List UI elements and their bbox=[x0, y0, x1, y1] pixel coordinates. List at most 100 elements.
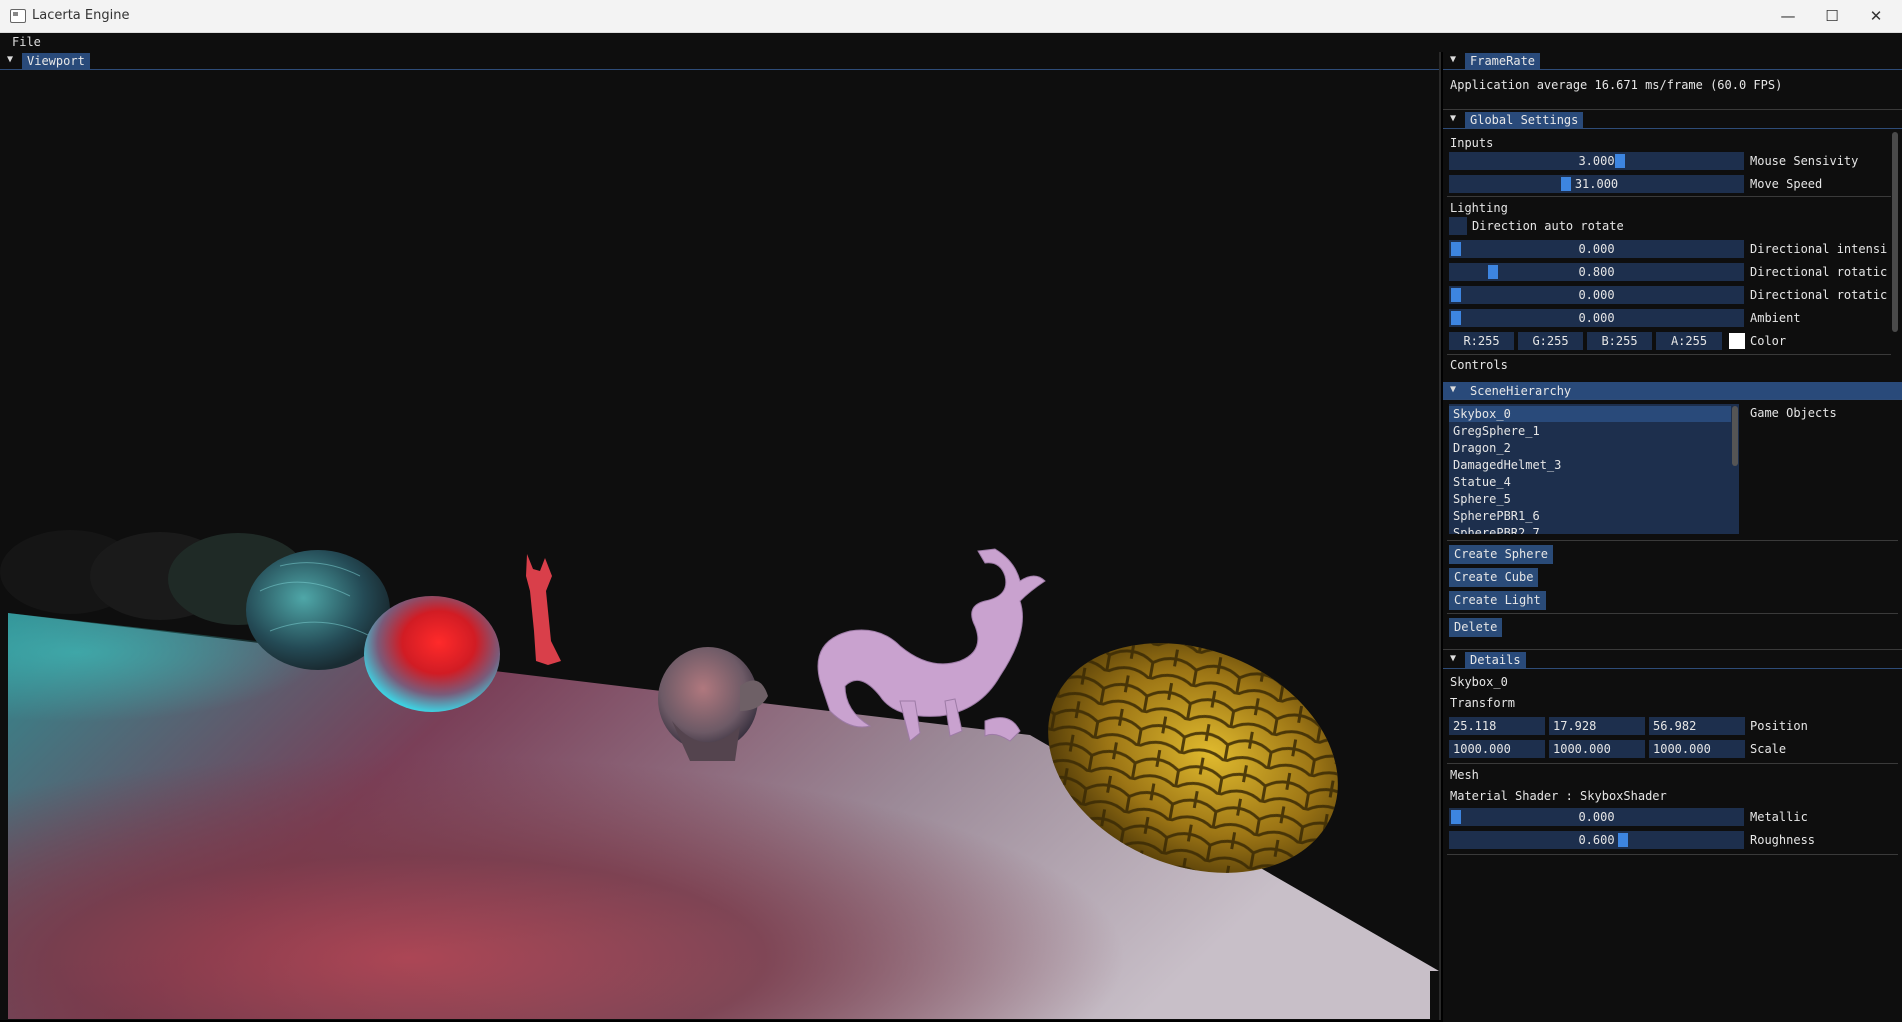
framerate-panel: ▼ FrameRate Application average 16.671 m… bbox=[1443, 52, 1902, 110]
position-z-field[interactable]: 56.982 bbox=[1649, 717, 1745, 735]
framerate-text: Application average 16.671 ms/frame (60.… bbox=[1450, 78, 1783, 92]
mouse-sensitivity-slider[interactable]: 3.000 bbox=[1449, 152, 1744, 170]
app-window-icon bbox=[10, 9, 26, 23]
separator bbox=[1447, 540, 1898, 541]
directional-rotation-1-slider[interactable]: 0.800 bbox=[1449, 263, 1744, 281]
slider-value: 3.000 bbox=[1578, 154, 1615, 168]
close-button[interactable]: ✕ bbox=[1848, 0, 1902, 33]
slider-value: 0.000 bbox=[1578, 311, 1615, 325]
move-speed-label: Move Speed bbox=[1750, 177, 1823, 191]
move-speed-slider[interactable]: 31.000 bbox=[1449, 175, 1744, 193]
details-tab[interactable]: Details bbox=[1465, 652, 1526, 668]
list-item[interactable]: SpherePBR1_6 bbox=[1449, 508, 1731, 524]
metallic-label: Metallic bbox=[1750, 810, 1808, 824]
delete-button[interactable]: Delete bbox=[1449, 618, 1503, 637]
mouse-sensitivity-label: Mouse Sensivity bbox=[1750, 154, 1859, 168]
close-icon: ✕ bbox=[1869, 7, 1883, 25]
details-object-name: Skybox_0 bbox=[1450, 675, 1508, 689]
list-item[interactable]: Dragon_2 bbox=[1449, 440, 1731, 456]
directional-intensity-slider[interactable]: 0.000 bbox=[1449, 240, 1744, 258]
color-label: Color bbox=[1750, 334, 1787, 348]
position-label: Position bbox=[1750, 719, 1808, 733]
scene-hierarchy-panel: ▼ SceneHierarchy Skybox_0 GregSphere_1 D… bbox=[1443, 382, 1902, 650]
scale-z-field[interactable]: 1000.000 bbox=[1649, 740, 1745, 758]
color-swatch[interactable] bbox=[1729, 333, 1745, 349]
list-item[interactable]: Skybox_0 bbox=[1449, 406, 1731, 422]
roughness-slider[interactable]: 0.600 bbox=[1449, 831, 1744, 849]
create-sphere-button[interactable]: Create Sphere bbox=[1449, 545, 1553, 564]
slider-value: 0.000 bbox=[1578, 242, 1615, 256]
viewport-header[interactable]: ▼ Viewport bbox=[0, 52, 1439, 70]
controls-header: Controls bbox=[1450, 358, 1508, 372]
metallic-slider[interactable]: 0.000 bbox=[1449, 808, 1744, 826]
list-item[interactable]: Statue_4 bbox=[1449, 474, 1731, 490]
framerate-tab[interactable]: FrameRate bbox=[1465, 53, 1541, 69]
viewport-window: ▼ Viewport bbox=[0, 52, 1441, 1020]
ambient-label: Ambient bbox=[1750, 311, 1801, 325]
roughness-label: Roughness bbox=[1750, 833, 1816, 847]
separator bbox=[1447, 196, 1898, 197]
game-objects-label: Game Objects bbox=[1750, 406, 1837, 420]
menu-file[interactable]: File bbox=[12, 35, 41, 49]
window-titlebar[interactable]: Lacerta Engine — ☐ ✕ bbox=[0, 0, 1902, 33]
panel-divider bbox=[1443, 649, 1902, 650]
details-panel: ▼ Details Skybox_0 Transform 25.118 17.9… bbox=[1443, 651, 1902, 911]
scrollbar-thumb[interactable] bbox=[1732, 406, 1738, 466]
collapse-arrow-icon[interactable]: ▼ bbox=[1450, 653, 1456, 664]
directional-rotation-1-label: Directional rotatic bbox=[1750, 265, 1888, 279]
menu-bar: File bbox=[0, 33, 1902, 52]
viewport-render[interactable] bbox=[0, 71, 1439, 1019]
separator bbox=[1447, 763, 1898, 764]
create-cube-button[interactable]: Create Cube bbox=[1449, 568, 1539, 587]
mesh-header: Mesh bbox=[1450, 768, 1479, 782]
material-shader-text: Material Shader : SkyboxShader bbox=[1450, 789, 1667, 803]
separator bbox=[1447, 613, 1898, 614]
transform-header: Transform bbox=[1450, 696, 1516, 710]
list-item[interactable]: Sphere_5 bbox=[1449, 491, 1731, 507]
color-b-field[interactable]: B:255 bbox=[1587, 332, 1652, 350]
global-settings-tab[interactable]: Global Settings bbox=[1465, 112, 1584, 128]
minimize-icon: — bbox=[1780, 7, 1796, 25]
red-sphere bbox=[364, 596, 500, 712]
position-y-field[interactable]: 17.928 bbox=[1549, 717, 1645, 735]
color-a-field[interactable]: A:255 bbox=[1656, 332, 1722, 350]
global-settings-header[interactable]: ▼ Global Settings bbox=[1443, 111, 1902, 129]
direction-auto-rotate-label: Direction auto rotate bbox=[1472, 219, 1624, 233]
create-light-button[interactable]: Create Light bbox=[1449, 591, 1546, 610]
scale-x-field[interactable]: 1000.000 bbox=[1449, 740, 1545, 758]
viewport-tab[interactable]: Viewport bbox=[22, 53, 90, 69]
slider-value: 31.000 bbox=[1574, 177, 1619, 191]
directional-rotation-2-slider[interactable]: 0.000 bbox=[1449, 286, 1744, 304]
list-item[interactable]: DamagedHelmet_3 bbox=[1449, 457, 1731, 473]
maximize-icon: ☐ bbox=[1825, 7, 1839, 25]
scale-y-field[interactable]: 1000.000 bbox=[1549, 740, 1645, 758]
scene-hierarchy-header[interactable]: ▼ SceneHierarchy bbox=[1443, 382, 1902, 400]
direction-auto-rotate-checkbox[interactable] bbox=[1449, 217, 1467, 235]
slider-value: 0.600 bbox=[1578, 833, 1615, 847]
collapse-arrow-icon[interactable]: ▼ bbox=[1450, 384, 1456, 395]
inputs-header: Inputs bbox=[1450, 136, 1494, 150]
ambient-slider[interactable]: 0.000 bbox=[1449, 309, 1744, 327]
directional-intensity-label: Directional intensi bbox=[1750, 242, 1888, 256]
collapse-arrow-icon[interactable]: ▼ bbox=[1450, 113, 1456, 124]
details-header[interactable]: ▼ Details bbox=[1443, 651, 1902, 669]
list-item[interactable]: GregSphere_1 bbox=[1449, 423, 1731, 439]
collapse-arrow-icon[interactable]: ▼ bbox=[7, 54, 13, 65]
collapse-arrow-icon[interactable]: ▼ bbox=[1450, 54, 1456, 65]
framerate-header[interactable]: ▼ FrameRate bbox=[1443, 52, 1902, 70]
color-r-field[interactable]: R:255 bbox=[1449, 332, 1514, 350]
list-item[interactable]: SpherePBR2_7 bbox=[1449, 525, 1731, 534]
scene-hierarchy-tab[interactable]: SceneHierarchy bbox=[1465, 383, 1576, 399]
color-g-field[interactable]: G:255 bbox=[1518, 332, 1583, 350]
global-settings-scrollbar[interactable] bbox=[1891, 130, 1899, 370]
separator bbox=[1447, 354, 1898, 355]
game-objects-listbox[interactable]: Skybox_0 GregSphere_1 Dragon_2 DamagedHe… bbox=[1449, 404, 1739, 534]
position-x-field[interactable]: 25.118 bbox=[1449, 717, 1545, 735]
scale-label: Scale bbox=[1750, 742, 1787, 756]
separator bbox=[1447, 854, 1898, 855]
listbox-scrollbar[interactable] bbox=[1731, 404, 1739, 534]
panel-divider bbox=[1443, 109, 1902, 110]
directional-rotation-2-label: Directional rotatic bbox=[1750, 288, 1888, 302]
slider-value: 0.800 bbox=[1578, 265, 1615, 279]
scrollbar-thumb[interactable] bbox=[1892, 132, 1898, 332]
